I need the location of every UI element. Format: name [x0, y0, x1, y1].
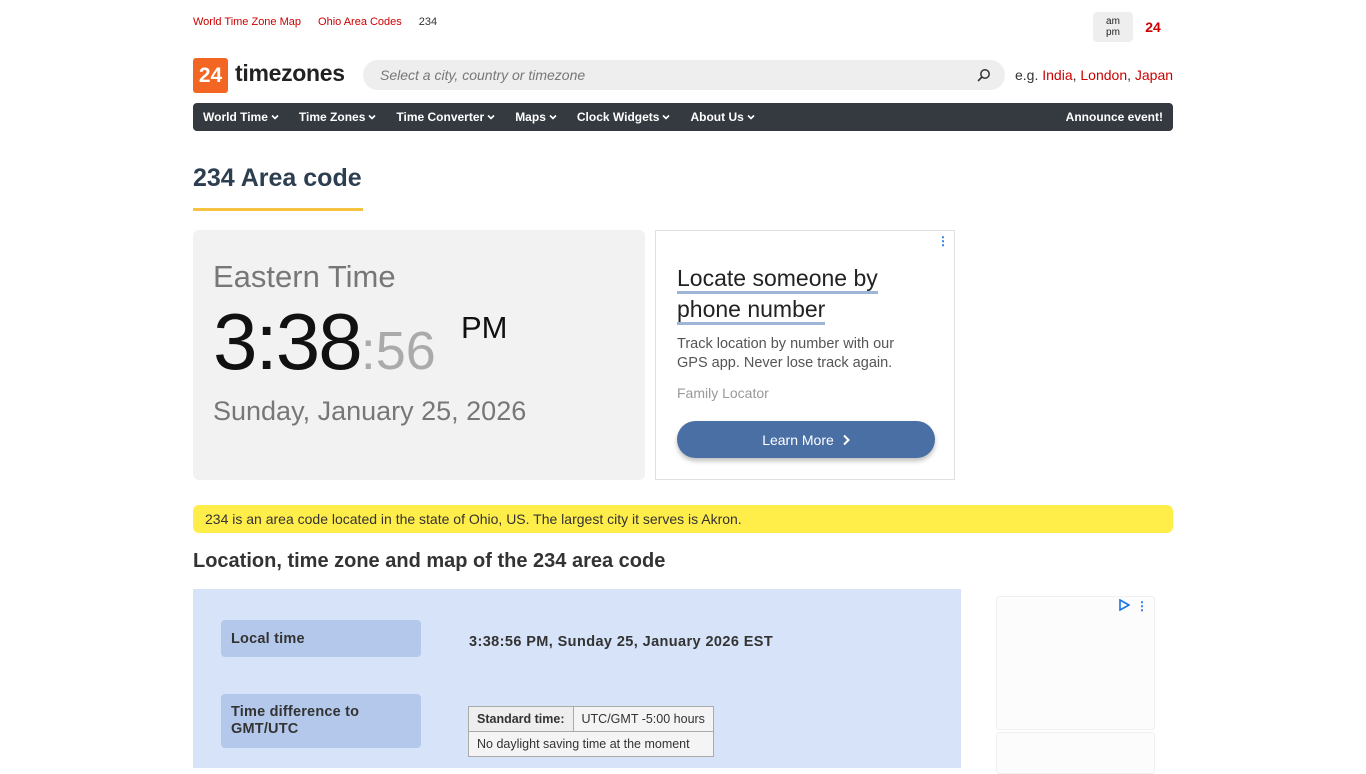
ad-choices-icon[interactable] [1118, 599, 1130, 611]
standard-time-value: UTC/GMT -5:00 hours [572, 706, 714, 732]
search-bar [363, 60, 1005, 90]
search-examples-label: e.g. [1015, 67, 1039, 83]
time-difference-table: Standard time: UTC/GMT -5:00 hours No da… [468, 706, 714, 757]
clock-date: Sunday, January 25, 2026 [213, 396, 527, 426]
standard-time-label: Standard time: [468, 706, 574, 732]
main-nav: World Time Time Zones Time Converter Map… [193, 103, 1173, 131]
example-link-india[interactable]: India [1042, 67, 1072, 83]
clock-hours-minutes: 3:38 [213, 297, 363, 386]
example-link-london[interactable]: London [1080, 67, 1127, 83]
title-underline [193, 208, 363, 211]
ad-button-label: Learn More [762, 431, 834, 448]
logo-text[interactable]: timezones [235, 60, 345, 87]
nav-item-label: Time Zones [298, 110, 366, 124]
clock-time: 3:38:56 [213, 296, 436, 388]
search-examples: e.g. India, London, Japan [1015, 67, 1174, 83]
chevron-right-icon [843, 434, 850, 445]
nav-item-label: World Time [203, 110, 268, 124]
side-ad[interactable]: ⋮ [996, 596, 1155, 730]
24h-format-button[interactable]: 24 [1139, 12, 1167, 42]
ad-card[interactable]: ⋮ Locate someone by phone number Track l… [655, 230, 955, 480]
ampm-am-label: am [1106, 16, 1120, 27]
area-code-summary: 234 is an area code located in the state… [193, 505, 1173, 533]
ampm-pm-label: pm [1106, 27, 1120, 38]
ad-text: Track location by number with our GPS ap… [677, 336, 895, 371]
search-icon[interactable] [977, 68, 991, 82]
nav-item-maps[interactable]: Maps [515, 110, 557, 124]
ad-options-icon[interactable]: ⋮ [1136, 599, 1148, 613]
chevron-down-icon [662, 114, 671, 120]
ad-brand: Family Locator [677, 385, 769, 401]
timezone-name: Eastern Time [213, 259, 396, 294]
side-ad-controls: ⋮ [1118, 599, 1148, 613]
dst-note: No daylight saving time at the moment [468, 731, 714, 757]
time-difference-label: Time difference to GMT/UTC [221, 694, 421, 748]
ad-options-icon[interactable]: ⋮ [937, 234, 949, 248]
info-panel: Local time 3:38:56 PM, Sunday 25, Januar… [193, 589, 961, 768]
nav-item-label: Maps [515, 110, 546, 124]
chevron-down-icon [368, 114, 376, 120]
breadcrumb-current: 234 [418, 16, 438, 28]
nav-item-label: Time Converter [396, 110, 485, 124]
nav-item-label: Clock Widgets [576, 110, 660, 124]
nav-item-about-us[interactable]: About Us [690, 110, 755, 124]
ad-title[interactable]: Locate someone by phone number [677, 263, 927, 325]
local-time-label: Local time [221, 620, 421, 657]
chevron-down-icon [487, 114, 495, 120]
breadcrumb: World Time Zone Map Ohio Area Codes 234 [193, 16, 437, 28]
clock-seconds: :56 [360, 321, 436, 381]
nav-item-time-zones[interactable]: Time Zones [299, 110, 376, 124]
search-input[interactable] [378, 66, 962, 84]
example-link-japan[interactable]: Japan [1135, 67, 1173, 83]
chevron-down-icon [747, 114, 755, 120]
chevron-down-icon [271, 114, 279, 120]
page-title: 234 Area code [193, 164, 362, 192]
local-time-value: 3:38:56 PM, Sunday 25, January 2026 EST [469, 634, 774, 650]
nav-item-world-time[interactable]: World Time [203, 110, 279, 124]
breadcrumb-link-ohio-area-codes[interactable]: Ohio Area Codes [318, 16, 402, 28]
ad-learn-more-button[interactable]: Learn More [677, 421, 935, 458]
breadcrumb-link-world-time-zone-map[interactable]: World Time Zone Map [193, 16, 301, 28]
chevron-down-icon [549, 114, 557, 120]
section-title: Location, time zone and map of the 234 a… [193, 550, 666, 572]
nav-item-label: About Us [690, 110, 744, 124]
nav-item-time-converter[interactable]: Time Converter [396, 110, 495, 124]
logo-icon[interactable]: 24 [193, 58, 228, 93]
announce-event-link[interactable]: Announce event! [1066, 110, 1163, 124]
ampm-format-button[interactable]: am pm [1093, 12, 1133, 42]
nav-item-clock-widgets[interactable]: Clock Widgets [577, 110, 671, 124]
clock-card: Eastern Time 3:38:56 PM Sunday, January … [193, 230, 645, 480]
clock-ampm: PM [461, 310, 508, 345]
